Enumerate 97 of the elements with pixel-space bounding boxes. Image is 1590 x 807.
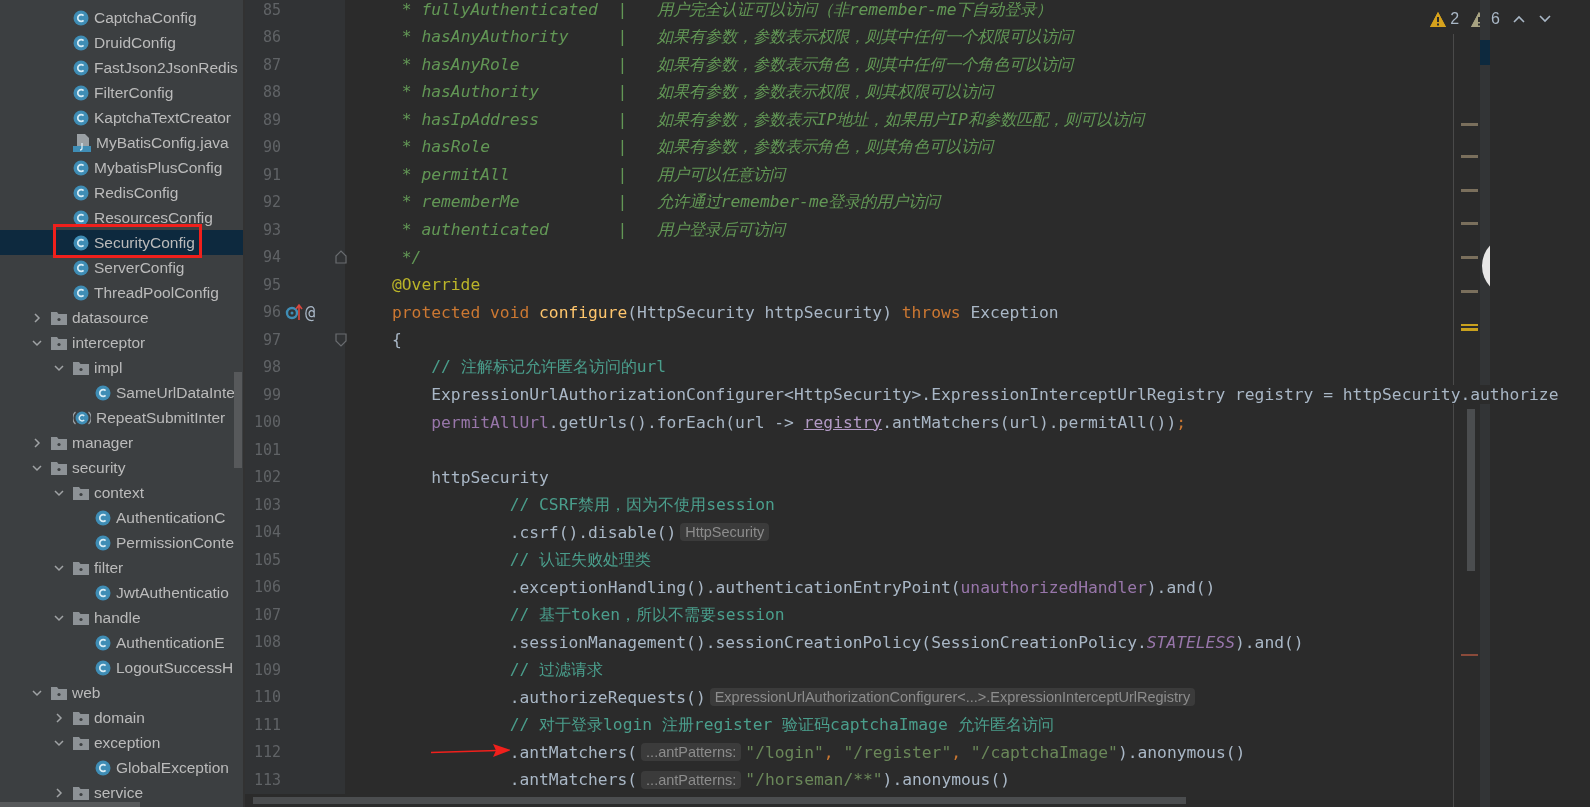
tree-item[interactable]: DruidConfig — [0, 30, 243, 55]
class-icon — [95, 759, 111, 776]
code-text: * rememberMe | 允许通过remember-me登录的用户访问 — [401, 191, 941, 214]
override-icon[interactable] — [285, 303, 303, 322]
tree-item[interactable]: service — [0, 780, 243, 805]
code-text: { — [392, 330, 402, 350]
inlay-hint: ...antPatterns: — [641, 743, 742, 762]
class-icon — [73, 184, 89, 201]
class-icon — [73, 209, 89, 226]
folder-icon — [73, 785, 89, 800]
warning-icon — [1430, 11, 1447, 27]
folder-icon — [51, 685, 67, 700]
tree-item[interactable]: filter — [0, 555, 243, 580]
class-icon — [73, 59, 89, 76]
gutter-marker[interactable]: @ — [305, 302, 316, 323]
tree-item[interactable]: datasource — [0, 305, 243, 330]
tree-item[interactable]: RedisConfig — [0, 180, 243, 205]
class-icon — [73, 259, 89, 276]
tree-item[interactable]: SameUrlDataInte — [0, 380, 243, 405]
class-icon — [73, 9, 89, 26]
class-icon — [95, 509, 111, 526]
tree-item[interactable]: KaptchaTextCreator — [0, 105, 243, 130]
code-text: ExpressionUrlAuthorizationConfigurer<HttpSecurity>.ExpressionInterceptUrlRegistry registry = httpSecurity.authorize — [431, 385, 1559, 405]
tree-item[interactable]: security — [0, 455, 243, 480]
class-icon — [73, 34, 89, 51]
tree-item[interactable]: manager — [0, 430, 243, 455]
folder-icon — [73, 610, 89, 625]
class-icon — [95, 384, 111, 401]
tree-item[interactable]: ThreadPoolConfig — [0, 280, 243, 305]
inlay-hint: ExpressionUrlAuthorizationConfigurer<...>.ExpressionInterceptUrlRegistry — [709, 688, 1196, 707]
folder-icon — [51, 460, 67, 475]
java-file-icon — [73, 133, 91, 152]
class-icon — [73, 234, 89, 251]
fold-icon[interactable] — [335, 332, 347, 347]
tree-item[interactable]: context — [0, 480, 243, 505]
inlay-hint: HttpSecurity — [680, 523, 770, 542]
code-text: * hasAuthority | 如果有参数，参数表示权限，则其权限可以访问 — [401, 81, 993, 104]
tree-item[interactable]: exception — [0, 730, 243, 755]
class-icon — [73, 159, 89, 176]
code-text: @Override — [392, 275, 481, 295]
chevron-down-icon[interactable] — [1538, 14, 1552, 24]
folder-icon — [73, 360, 89, 375]
folder-icon — [73, 735, 89, 750]
code-text: * hasRole | 如果有参数，参数表示角色，则其角色可以访问 — [401, 136, 993, 159]
code-text: // CSRF禁用，因为不使用session — [509, 493, 775, 516]
code-text: // 认证失败处理类 — [509, 548, 652, 571]
code-text: // 基于token，所以不需要session — [509, 603, 785, 626]
tree-item[interactable]: ResourcesConfig — [0, 205, 243, 230]
folder-icon — [73, 560, 89, 575]
class-icon — [95, 659, 111, 676]
class-icon — [95, 584, 111, 601]
class-icon — [73, 109, 89, 126]
tree-item[interactable]: MyBatisConfig.java — [0, 130, 243, 155]
tree-item[interactable]: RepeatSubmitInter — [0, 405, 243, 430]
tree-item[interactable]: AuthenticationE — [0, 630, 243, 655]
class-icon — [73, 84, 89, 101]
tree-item[interactable]: MybatisPlusConfig — [0, 155, 243, 180]
code-text: * permitAll | 用户可以任意访问 — [401, 163, 785, 186]
tree-item[interactable]: FastJson2JsonRedis — [0, 55, 243, 80]
code-text: // 对于登录login 注册register 验证码captchaImage 允许匿名访问 — [509, 713, 1054, 736]
scrollbar-thumb[interactable] — [0, 802, 140, 807]
class-icon — [95, 534, 111, 551]
selection-bar — [1480, 40, 1490, 65]
stripe-mark[interactable] — [1461, 324, 1478, 331]
chevron-up-icon[interactable] — [1512, 14, 1526, 24]
tree-item[interactable]: SecurityConfig — [0, 230, 243, 255]
folder-icon — [51, 335, 67, 350]
tree-item[interactable]: web — [0, 680, 243, 705]
folder-icon — [73, 485, 89, 500]
code-text: * hasAnyAuthority | 如果有参数，参数表示权限，则其中任何一个权限可以访问 — [401, 26, 1073, 49]
scrollbar-thumb[interactable] — [253, 797, 1186, 804]
tree-item[interactable]: LogoutSuccessH — [0, 655, 243, 680]
tree-item[interactable]: ServerConfig — [0, 255, 243, 280]
scrollbar-thumb[interactable] — [234, 372, 242, 468]
tree-item[interactable]: handle — [0, 605, 243, 630]
class-icon — [73, 409, 91, 426]
tree-item[interactable]: domain — [0, 705, 243, 730]
tree-item[interactable]: GlobalException — [0, 755, 243, 780]
inlay-hint: ...antPatterns: — [641, 770, 742, 789]
scrollbar-thumb[interactable] — [1467, 409, 1475, 571]
tree-item[interactable]: AuthenticationC — [0, 505, 243, 530]
fold-icon[interactable] — [335, 250, 347, 265]
inspection-counter[interactable]: 2 — [1430, 10, 1460, 28]
folder-icon — [51, 435, 67, 450]
tree-item[interactable]: interceptor — [0, 330, 243, 355]
class-icon — [95, 634, 111, 651]
tree-item[interactable]: PermissionConte — [0, 530, 243, 555]
code-text: * authenticated | 用户登录后可访问 — [401, 218, 785, 241]
tree-item[interactable]: FilterConfig — [0, 80, 243, 105]
code-text: * hasAnyRole | 如果有参数，参数表示角色，则其中任何一个角色可以访问 — [401, 53, 1073, 76]
tree-item[interactable]: impl — [0, 355, 243, 380]
folder-icon — [73, 710, 89, 725]
tree-item[interactable]: JwtAuthenticatio — [0, 580, 243, 605]
tree-item[interactable]: CaptchaConfig — [0, 5, 243, 30]
code-text: * hasIpAddress | 如果有参数，参数表示IP地址，如果用户IP和参数匹配，则可以访问 — [401, 108, 1144, 131]
folder-icon — [51, 310, 67, 325]
class-icon — [73, 284, 89, 301]
